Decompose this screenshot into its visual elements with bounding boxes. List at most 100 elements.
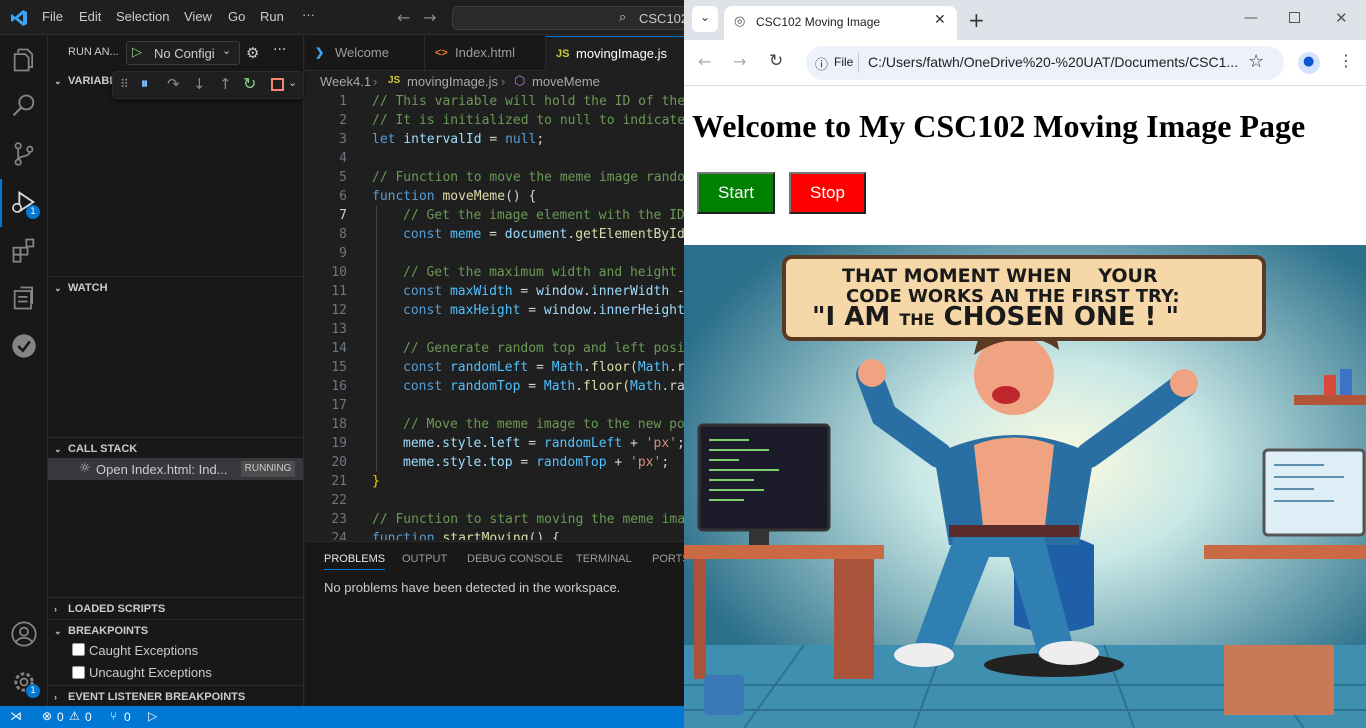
more-actions-icon[interactable]: ··· [273, 42, 286, 58]
forward-arrow-icon[interactable]: → [733, 52, 746, 71]
line-number: 12 [331, 303, 347, 318]
line-number: 15 [331, 360, 347, 375]
tab-output[interactable]: OUTPUT [402, 553, 447, 565]
debug-config-value: No Configi [154, 46, 215, 61]
minimize-icon[interactable]: — [1244, 10, 1258, 26]
stop-button[interactable]: Stop [789, 172, 866, 214]
search-icon[interactable] [10, 92, 38, 120]
bookmark-star-icon[interactable]: ☆ [1248, 51, 1264, 72]
code-line: } [372, 474, 380, 489]
reload-icon[interactable]: ↻ [769, 51, 783, 71]
js-icon: JS [388, 75, 401, 86]
caught-exceptions-checkbox[interactable] [72, 643, 85, 656]
code-comment: // Get the maximum width and height t [403, 265, 684, 280]
chevron-right-icon: › [54, 604, 57, 614]
maximize-icon[interactable] [1289, 12, 1300, 23]
step-out-icon[interactable]: ↑ [219, 75, 232, 93]
tab-problems[interactable]: PROBLEMS [324, 553, 386, 570]
run-debug-sidebar: RUN AN... ▷ No Configi ⌄ ⚙ ··· ⌄ VARIABL… [48, 36, 304, 706]
source-control-icon[interactable] [10, 140, 38, 168]
line-number: 16 [331, 379, 347, 394]
status-bar: ⋊ ⊗ 0 ⚠ 0 ⑂ 0 ▷ [0, 706, 684, 728]
menu-file[interactable]: File [42, 9, 63, 24]
menu-selection[interactable]: Selection [116, 9, 169, 24]
tab-movingimage-js[interactable]: JS movingImage.js [546, 36, 684, 71]
call-stack-item-label: Open Index.html: Ind... [96, 462, 228, 477]
line-number: 17 [331, 398, 347, 413]
drag-handle-icon[interactable]: ⠿ [120, 77, 129, 91]
tab-ports[interactable]: PORTS [652, 553, 684, 565]
breadcrumb-symbol[interactable]: moveMeme [532, 74, 600, 89]
errors-icon[interactable]: ⊗ [42, 709, 52, 723]
browser-tab-title: CSC102 Moving Image [756, 15, 881, 29]
watch-header[interactable]: ⌄ WATCH [48, 276, 303, 298]
chevron-down-icon: ⌄ [700, 10, 711, 24]
extensions-icon[interactable] [10, 236, 38, 264]
stop-icon[interactable] [271, 78, 284, 91]
code-editor[interactable]: 1 // This variable will hold the ID of th… [305, 92, 684, 540]
tab-search-button[interactable]: ⌄ [692, 6, 718, 32]
pause-icon[interactable]: ⏸ [141, 76, 148, 92]
call-stack-item[interactable]: ☼ Open Index.html: Ind... RUNNING [48, 458, 303, 480]
explorer-icon[interactable] [10, 46, 38, 74]
check-icon[interactable] [10, 332, 38, 360]
testing-icon[interactable] [10, 284, 38, 312]
tab-terminal[interactable]: TERMINAL [576, 553, 632, 565]
tab-index-html[interactable]: <> Index.html [425, 36, 546, 71]
chevron-down-icon: ⌄ [54, 283, 62, 293]
back-arrow-icon[interactable]: ← [397, 8, 410, 27]
debug-badge: 1 [26, 205, 40, 219]
tab-label: Welcome [335, 45, 389, 60]
breadcrumb-file[interactable]: movingImage.js [407, 74, 498, 89]
start-button[interactable]: Start [697, 172, 775, 214]
restart-icon[interactable]: ↻ [243, 74, 256, 93]
url-scheme-label: File [834, 55, 854, 69]
variables-title: VARIABL [68, 75, 117, 87]
vscode-window: File Edit Selection View Go Run ··· ← → … [0, 0, 684, 728]
start-debugging-icon[interactable]: ▷ [132, 45, 142, 60]
step-over-icon[interactable]: ↷ [167, 75, 180, 93]
new-tab-icon[interactable]: + [968, 8, 985, 32]
command-center[interactable]: ⌕ CSC102 [452, 6, 684, 30]
line-number: 18 [331, 417, 347, 432]
menu-go[interactable]: Go [228, 9, 245, 24]
title-bar: File Edit Selection View Go Run ··· ← → … [0, 0, 684, 35]
remote-icon[interactable]: ⋊ [10, 709, 22, 723]
accounts-icon[interactable] [10, 620, 38, 648]
close-window-icon[interactable]: ✕ [1335, 9, 1348, 27]
event-listener-breakpoints-header[interactable]: › EVENT LISTENER BREAKPOINTS [48, 685, 303, 707]
debug-config-select[interactable]: ▷ No Configi ⌄ [126, 41, 240, 65]
code-comment: // Get the image element with the ID [403, 208, 684, 223]
line-number: 24 [331, 531, 347, 540]
ports-icon[interactable]: ⑂ [110, 709, 117, 723]
warning-icon[interactable]: ⚠ [69, 709, 80, 723]
breadcrumb-folder[interactable]: Week4.1 [320, 74, 371, 89]
run-and-debug-title: RUN AN... [68, 46, 119, 58]
close-icon[interactable]: ✕ [934, 12, 946, 28]
meme-text-line1: THAT MOMENT WHEN YOUR [842, 265, 1158, 287]
menu-edit[interactable]: Edit [79, 9, 101, 24]
address-bar[interactable]: ⓘ File C:/Users/fatwh/OneDrive%20-%20UAT… [806, 46, 1284, 80]
forward-arrow-icon[interactable]: → [423, 8, 436, 27]
profile-avatar[interactable]: ● [1298, 52, 1320, 74]
uncaught-exceptions-checkbox[interactable] [72, 666, 85, 679]
breakpoints-header[interactable]: ⌄ BREAKPOINTS [48, 619, 303, 641]
gear-icon[interactable]: ⚙ [246, 44, 259, 62]
menu-kebab-icon[interactable]: ⋮ [1338, 51, 1354, 70]
menu-run[interactable]: Run [260, 9, 284, 24]
menu-view[interactable]: View [184, 9, 212, 24]
chevron-down-icon[interactable]: ⌄ [288, 76, 297, 89]
menu-more[interactable]: ··· [302, 7, 315, 22]
call-stack-header[interactable]: ⌄ CALL STACK [48, 437, 303, 459]
bug-icon: ☼ [79, 461, 91, 476]
browser-tab[interactable]: ◎ CSC102 Moving Image ✕ [724, 6, 957, 40]
tab-debug-console[interactable]: DEBUG CONSOLE [467, 553, 563, 565]
back-arrow-icon[interactable]: ← [698, 52, 711, 71]
running-badge: RUNNING [241, 461, 295, 477]
chevron-right-icon: › [373, 74, 378, 89]
tab-welcome[interactable]: ❯ Welcome [305, 36, 425, 71]
debug-status-icon[interactable]: ▷ [148, 709, 157, 723]
step-into-icon[interactable]: ↓ [193, 75, 206, 93]
chevron-down-icon: ⌄ [222, 44, 232, 57]
loaded-scripts-header[interactable]: › LOADED SCRIPTS [48, 597, 303, 619]
